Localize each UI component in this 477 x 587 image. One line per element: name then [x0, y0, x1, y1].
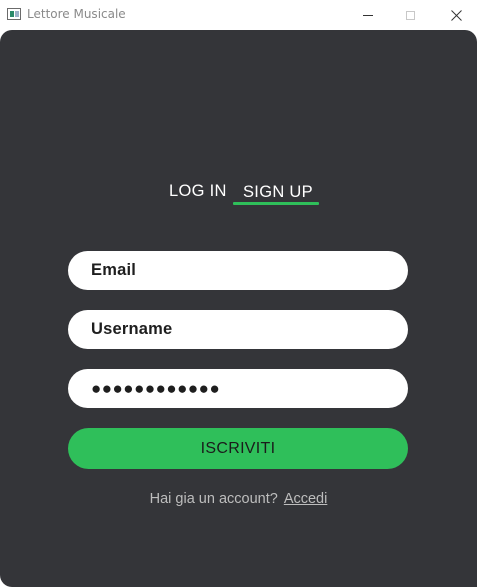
email-field[interactable]: Email	[68, 251, 408, 290]
maximize-icon	[405, 10, 415, 20]
signup-submit-button[interactable]: ISCRIVITI	[68, 428, 408, 469]
close-button[interactable]	[433, 0, 477, 30]
password-field[interactable]: ●●●●●●●●●●●●	[68, 369, 408, 408]
window-title: Lettore Musicale	[27, 7, 126, 21]
maximize-button[interactable]	[387, 0, 433, 30]
login-link[interactable]: Accedi	[284, 491, 328, 507]
tab-log-in[interactable]: LOG IN	[169, 182, 227, 201]
auth-tabs: LOG IN SIGN UP	[0, 180, 477, 210]
minimize-icon	[363, 14, 373, 16]
app-window: Lettore Musicale LOG IN SIGN UP Email Us…	[0, 0, 477, 587]
username-field[interactable]: Username	[68, 310, 408, 349]
minimize-button[interactable]	[345, 0, 391, 30]
login-prompt-text: Hai gia un account?	[149, 491, 278, 507]
login-prompt: Hai gia un account? Accedi	[0, 491, 477, 507]
app-icon	[7, 8, 21, 20]
auth-panel: LOG IN SIGN UP Email Username ●●●●●●●●●●…	[0, 30, 477, 587]
active-tab-indicator	[233, 202, 319, 205]
title-bar[interactable]: Lettore Musicale	[0, 0, 477, 30]
close-icon	[450, 9, 462, 21]
tab-sign-up[interactable]: SIGN UP	[243, 183, 313, 202]
